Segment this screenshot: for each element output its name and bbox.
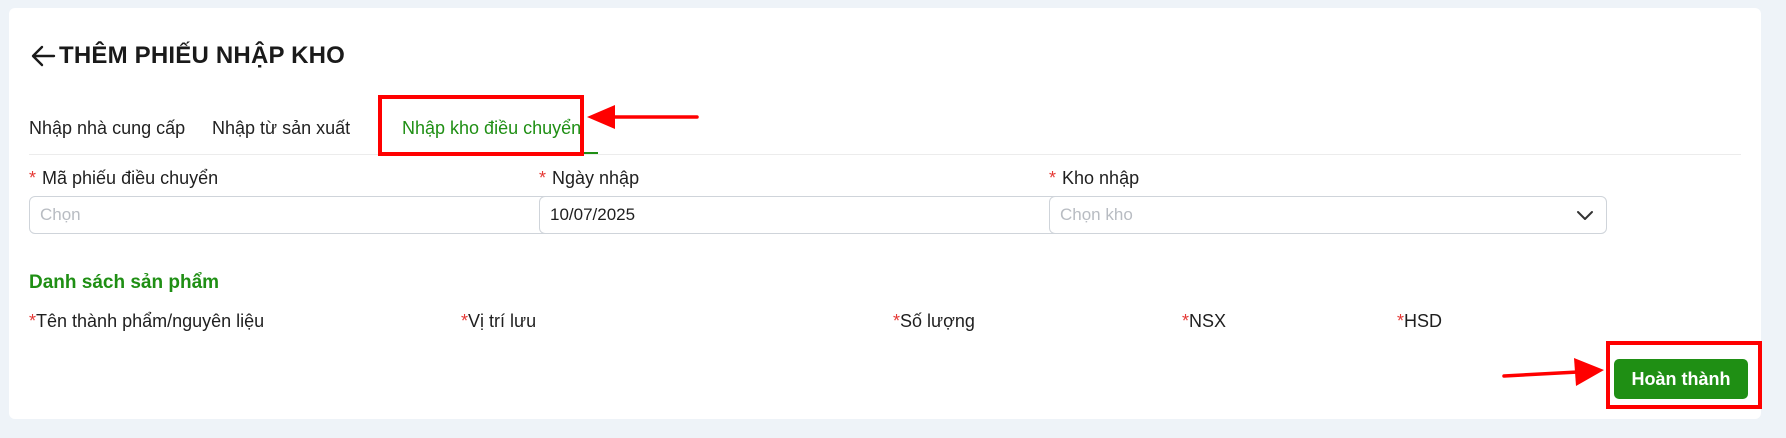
- transfer-code-select[interactable]: Chọn: [29, 196, 587, 234]
- tab-production-import[interactable]: Nhập từ sản xuất: [212, 118, 350, 139]
- annotation-arrow-right-icon: [1502, 358, 1604, 386]
- required-mark: *: [539, 168, 547, 188]
- product-list-title: Danh sách sản phẩm: [29, 272, 220, 293]
- finish-highlight-box: [1606, 341, 1762, 409]
- form-card: THÊM PHIẾU NHẬP KHO Nhập nhà cung cấp Nh…: [9, 8, 1761, 419]
- warehouse-placeholder: Chọn kho: [1060, 205, 1133, 224]
- required-mark: *: [29, 168, 37, 188]
- arrow-left-icon[interactable]: [29, 42, 57, 70]
- chevron-down-icon: [1574, 204, 1596, 226]
- tab-supplier-import[interactable]: Nhập nhà cung cấp: [29, 118, 185, 139]
- required-mark: *: [1049, 168, 1057, 188]
- transfer-code-placeholder: Chọn: [40, 205, 81, 224]
- import-date-input[interactable]: 10/07/2025: [539, 196, 1097, 234]
- page-title: THÊM PHIẾU NHẬP KHO: [59, 42, 346, 69]
- column-expiry-date: *HSD: [1397, 311, 1443, 331]
- tab-bar: Nhập nhà cung cấp Nhập từ sản xuất Nhập …: [29, 106, 1741, 155]
- tab-highlight-box: [378, 95, 584, 156]
- column-product-name: *Tên thành phẩm/nguyên liệu: [29, 311, 265, 331]
- column-storage-location: *Vị trí lưu: [461, 311, 537, 331]
- transfer-code-label: * Mã phiếu điều chuyển: [29, 168, 219, 188]
- column-quantity: *Số lượng: [893, 311, 975, 331]
- import-date-value: 10/07/2025: [550, 205, 636, 224]
- title-row: THÊM PHIẾU NHẬP KHO: [29, 42, 345, 70]
- warehouse-label: * Kho nhập: [1049, 168, 1140, 188]
- annotation-arrow-left-icon: [587, 105, 699, 129]
- import-date-label: * Ngày nhập: [539, 168, 640, 188]
- column-mfg-date: *NSX: [1182, 311, 1227, 331]
- warehouse-select[interactable]: Chọn kho: [1049, 196, 1607, 234]
